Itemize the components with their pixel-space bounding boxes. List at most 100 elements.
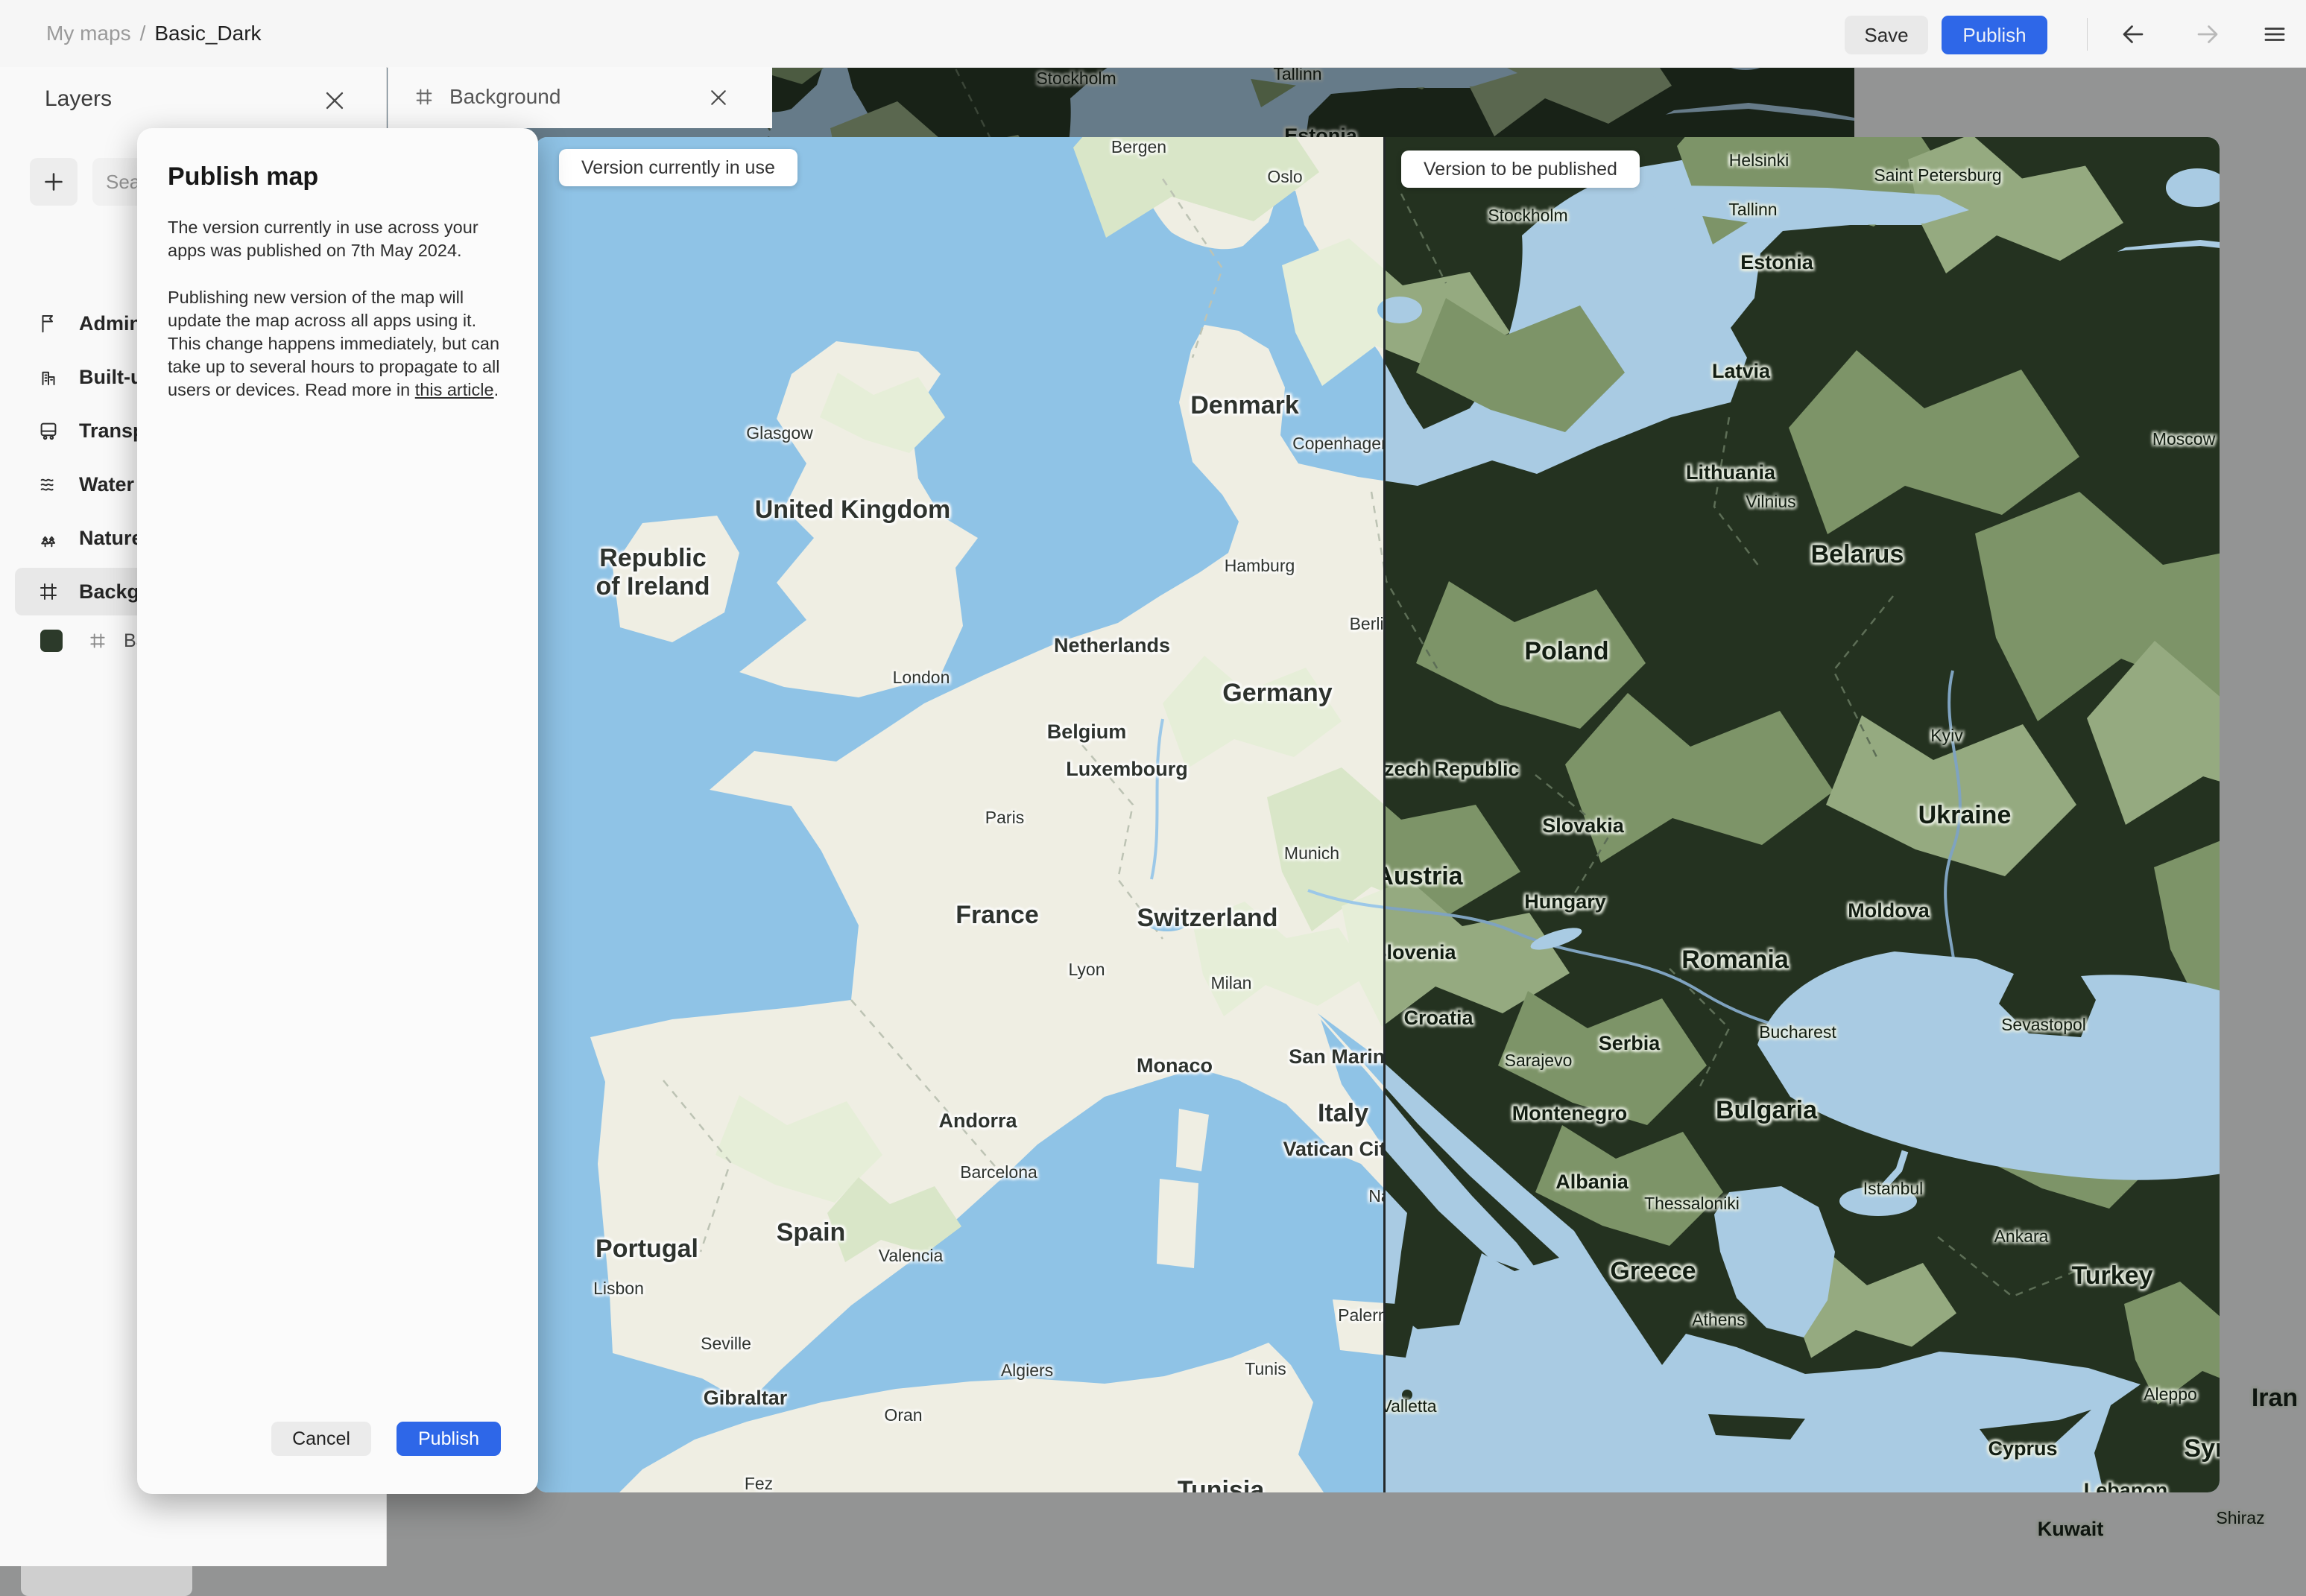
dialog-title: Publish map: [168, 162, 319, 191]
this-article-link[interactable]: this article: [415, 380, 494, 399]
map-label: Croatia: [1403, 1006, 1473, 1029]
map-label: Shiraz: [2216, 1508, 2265, 1528]
breadcrumb-separator: /: [139, 22, 146, 45]
map-label: Lisbon: [593, 1279, 644, 1299]
map-label: Oslo: [1267, 167, 1303, 187]
layer-color-swatch[interactable]: [40, 630, 63, 652]
compare-divider[interactable]: [1383, 137, 1386, 1492]
map-label: Austria: [1385, 861, 1463, 890]
map-label: Lithuania: [1686, 460, 1775, 484]
dialog-paragraph-1: The version currently in use across your…: [168, 218, 478, 260]
map-label: Saint Petersburg: [1874, 165, 2002, 186]
breadcrumb-map-name[interactable]: Basic_Dark: [154, 22, 261, 45]
map-label: Belarus: [1810, 539, 1904, 569]
map-published-version[interactable]: Helsinki Saint Petersburg Tallinn Stockholm…: [1385, 137, 2220, 1492]
map-label: Tunis: [1245, 1359, 1286, 1379]
map-label: Munich: [1283, 843, 1340, 864]
map-label: Athens: [1692, 1310, 1746, 1330]
map-label: Syria: [2184, 1434, 2220, 1463]
dialog-paragraph-2: Publishing new version of the map will u…: [168, 286, 508, 402]
save-button[interactable]: Save: [1845, 16, 1928, 54]
publish-map-dialog: Publish map The version currently in use…: [137, 128, 538, 1494]
map-label: Italy: [1317, 1098, 1369, 1127]
map-label: Tallinn: [1728, 200, 1778, 220]
map-label: Portugal: [596, 1234, 698, 1263]
map-label: Romania: [1681, 945, 1789, 974]
dialog-publish-button[interactable]: Publish: [397, 1422, 501, 1456]
redo-forward-icon[interactable]: [2193, 21, 2223, 48]
map-label: Czech Republic: [1385, 757, 1520, 780]
map-label: Montenegro: [1511, 1101, 1628, 1124]
map-label: United Kingdom: [754, 495, 951, 524]
map-label: Slovakia: [1542, 814, 1624, 837]
breadcrumb: My maps / Basic_Dark: [46, 0, 262, 67]
map-label: Belgium: [1046, 720, 1127, 743]
map-label: Moscow: [2152, 429, 2216, 449]
breadcrumb-my-maps[interactable]: My maps: [46, 22, 131, 45]
map-label: Tunisia: [1177, 1475, 1265, 1492]
map-label: Kuwait: [2037, 1517, 2104, 1540]
map-label: Hamburg: [1224, 556, 1295, 576]
map-label: Algiers: [1000, 1361, 1054, 1381]
cancel-button[interactable]: Cancel: [271, 1422, 371, 1456]
map-label: Tallinn: [1273, 67, 1322, 84]
map-label: Bergen: [1111, 137, 1167, 157]
layers-panel-title: Layers: [45, 86, 113, 111]
waves-icon: [37, 473, 60, 495]
frame-icon: [88, 631, 107, 650]
map-label: Denmark: [1190, 390, 1299, 419]
map-label: Ankara: [1994, 1226, 2049, 1247]
background-panel: Background: [388, 67, 772, 128]
undo-back-icon[interactable]: [2118, 21, 2148, 48]
map-label: Latvia: [1711, 359, 1771, 382]
map-label: Sarajevo: [1504, 1051, 1573, 1071]
map-label: Switzerland: [1137, 903, 1278, 932]
map-label: France: [955, 900, 1039, 929]
map-label: Lyon: [1068, 960, 1105, 980]
building-icon: [37, 366, 60, 388]
map-label: Vatican City: [1283, 1137, 1385, 1160]
hamburger-menu-icon[interactable]: [2260, 21, 2290, 48]
add-layer-button[interactable]: [30, 158, 78, 206]
map-label: Valencia: [878, 1246, 944, 1266]
map-label: Monaco: [1136, 1054, 1213, 1077]
map-label: Milan: [1210, 973, 1252, 993]
map-label: Andorra: [938, 1109, 1017, 1132]
map-label: Iran: [2251, 1383, 2299, 1412]
map-label: Ukraine: [1918, 800, 2012, 829]
map-label: Copenhagen: [1292, 434, 1385, 454]
map-label: Spain: [776, 1217, 846, 1247]
map-label: Vilnius: [1746, 492, 1796, 512]
map-label: Germany: [1222, 678, 1333, 707]
map-label: Valletta: [1385, 1396, 1437, 1416]
background-panel-close-icon[interactable]: [707, 86, 730, 109]
map-label: Naples: [1368, 1186, 1385, 1206]
map-current-version[interactable]: Bergen Oslo Glasgow Denmark Copenhagen United…: [535, 137, 1385, 1492]
map-label: Republic of Ireland: [596, 543, 710, 601]
map-label: London: [892, 668, 950, 688]
publish-button[interactable]: Publish: [1942, 16, 2047, 54]
background-panel-title: Background: [449, 85, 561, 108]
map-label: Netherlands: [1053, 633, 1171, 656]
map-label: Palermo: [1338, 1305, 1385, 1326]
map-label: Bucharest: [1759, 1022, 1836, 1042]
map-label: Fez: [744, 1474, 774, 1492]
map-label: Slovenia: [1385, 940, 1456, 963]
layers-close-icon[interactable]: [322, 88, 347, 113]
trees-icon: [37, 527, 60, 549]
map-label: Sevastopol: [2001, 1015, 2086, 1035]
light-map-svg: [535, 137, 1385, 1492]
map-label: Istanbul: [1863, 1179, 1924, 1199]
map-label: Lebanon: [2083, 1478, 2168, 1492]
map-label: Glasgow: [746, 423, 813, 443]
layers-panel-header: Layers: [0, 67, 386, 134]
map-label: Estonia: [1740, 250, 1813, 273]
map-label: Stockholm: [1036, 69, 1116, 89]
top-bar: My maps / Basic_Dark Save Publish: [0, 0, 2306, 68]
published-version-chip: Version to be published: [1401, 151, 1640, 188]
map-label: Turkey: [2071, 1261, 2153, 1290]
bus-icon: [37, 419, 60, 442]
map-label: Moldova: [1848, 899, 1930, 922]
map-label: Cyprus: [1988, 1437, 2058, 1460]
map-label: Luxembourg: [1066, 757, 1188, 780]
